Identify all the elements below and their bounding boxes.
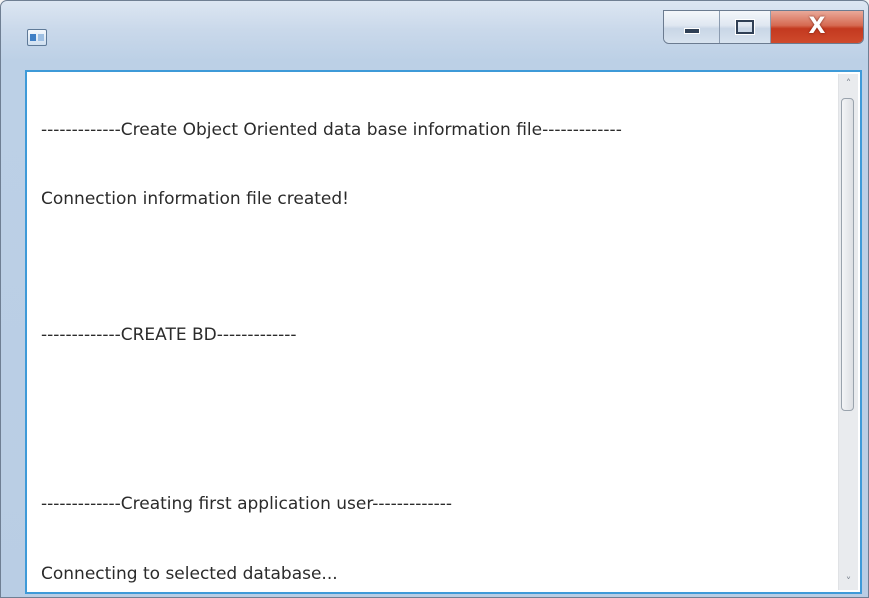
output-line: -------------CREATE BD------------- — [41, 325, 297, 345]
app-icon-pane-right — [38, 34, 44, 41]
output-line: -------------Creating first application … — [41, 494, 453, 514]
app-window-icon[interactable] — [27, 29, 47, 46]
output-line: Connecting to selected database... — [41, 564, 338, 584]
scrollbar-thumb[interactable] — [841, 98, 854, 411]
vertical-scrollbar[interactable]: ˄ ˅ — [838, 74, 858, 590]
app-icon-pane-left — [30, 34, 36, 41]
title-bar[interactable]: X — [1, 1, 868, 65]
application-window: X -------------Create Object Oriented da… — [0, 0, 869, 598]
console-output-area[interactable]: -------------Create Object Oriented data… — [25, 70, 862, 594]
output-line: -------------Create Object Oriented data… — [41, 120, 622, 140]
chevron-down-icon[interactable]: ˅ — [839, 572, 858, 590]
output-line: Connection information file created! — [41, 189, 349, 209]
maximize-icon — [736, 20, 755, 34]
maximize-button[interactable] — [720, 11, 771, 43]
minimize-icon — [683, 28, 700, 34]
minimize-button[interactable] — [664, 11, 721, 43]
close-button[interactable]: X — [770, 11, 863, 43]
close-icon: X — [808, 14, 826, 39]
caption-buttons: X — [663, 10, 864, 44]
chevron-up-icon[interactable]: ˄ — [839, 74, 858, 92]
output-text: -------------Create Object Oriented data… — [41, 72, 830, 592]
